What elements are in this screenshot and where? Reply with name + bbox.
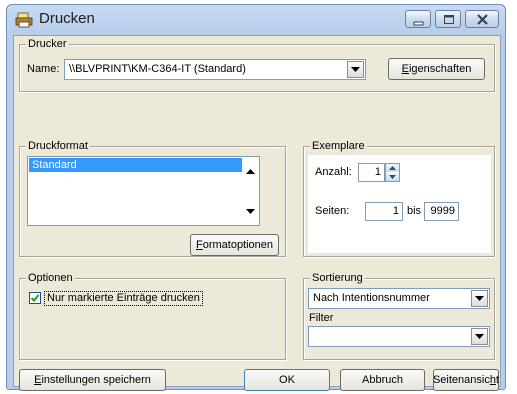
copies-group-legend: Exemplare [310, 140, 367, 152]
filter-dropdown-button[interactable] [471, 328, 488, 345]
preview-label-end: t [495, 374, 500, 386]
printer-dropdown-button[interactable] [347, 61, 364, 78]
format-listbox[interactable]: Standard [27, 156, 260, 226]
ok-label: OK [279, 374, 295, 386]
options-group-legend: Optionen [26, 272, 75, 284]
format-group-legend: Druckformat [26, 140, 90, 152]
preview-button[interactable]: Seitenansic h t [433, 369, 499, 391]
copies-count-input[interactable]: 1 [358, 163, 385, 182]
pages-to-input[interactable]: 9999 [424, 202, 459, 221]
properties-button[interactable]: Eigenschaften [388, 58, 485, 80]
ok-button[interactable]: OK [244, 369, 330, 391]
scroll-up-icon[interactable] [246, 169, 255, 174]
copies-group: Exemplare Anzahl: 1 Seiten: 1 bis 9999 [303, 140, 495, 257]
minimize-button[interactable] [405, 10, 431, 28]
sort-dropdown-button[interactable] [471, 290, 488, 307]
printer-name-select[interactable]: \\BLVPRINT\KM-C364-IT (Standard) [64, 59, 366, 80]
filter-select[interactable] [308, 326, 490, 347]
format-list-item[interactable]: Standard [29, 158, 242, 172]
sorting-group-legend: Sortierung [310, 272, 365, 284]
sort-select[interactable]: Nach Intentionsnummer [308, 288, 490, 309]
format-list-scrollbar[interactable] [242, 157, 259, 225]
sorting-group: Sortierung Nach Intentionsnummer Filter [303, 272, 495, 360]
only-marked-label[interactable]: Nur markierte Einträge drucken [44, 291, 203, 306]
scroll-down-icon[interactable] [246, 209, 255, 214]
title-bar[interactable]: Drucken [7, 5, 505, 35]
printer-group-legend: Drucker [26, 38, 69, 50]
maximize-icon [444, 15, 454, 24]
save-settings-label: instellungen speichern [41, 374, 151, 386]
printer-group: Drucker Name: \\BLVPRINT\KM-C364-IT (Sta… [19, 38, 495, 92]
printer-app-icon [15, 12, 33, 28]
copies-spinner[interactable] [385, 163, 400, 182]
cancel-label: Abbruch [362, 374, 403, 386]
properties-button-label: igenschaften [408, 63, 472, 75]
spin-up-icon [389, 166, 396, 170]
checkmark-icon [30, 294, 40, 302]
minimize-icon [413, 21, 424, 26]
close-button[interactable] [465, 10, 499, 28]
format-options-mnemonic: F [195, 239, 203, 251]
format-group: Druckformat Standard Formatoptionen [19, 140, 286, 257]
save-settings-button[interactable]: Einstellungen speichern [19, 369, 166, 391]
pages-to-label: bis [407, 205, 422, 217]
pages-from-input[interactable]: 1 [365, 202, 403, 221]
maximize-button[interactable] [435, 10, 461, 28]
spin-down-button[interactable] [386, 173, 399, 181]
format-options-label: ormatoptionen [202, 239, 274, 251]
spin-up-button[interactable] [386, 164, 399, 172]
close-icon [477, 14, 488, 25]
printer-name-value: \\BLVPRINT\KM-C364-IT (Standard) [69, 63, 246, 75]
printer-name-label: Name: [27, 63, 60, 75]
sort-value: Nach Intentionsnummer [313, 292, 430, 304]
properties-button-mnemonic: E [401, 63, 409, 75]
save-settings-mnemonic: E [34, 374, 42, 386]
chevron-down-icon [475, 296, 484, 301]
window-title: Drucken [39, 10, 95, 27]
options-group: Optionen Nur markierte Einträge drucken [19, 272, 286, 360]
dialog-body: Drucker Name: \\BLVPRINT\KM-C364-IT (Sta… [13, 35, 501, 391]
filter-label: Filter [309, 312, 334, 324]
format-options-button[interactable]: Formatoptionen [190, 234, 279, 256]
preview-label-start: Seitenansic [432, 374, 490, 386]
only-marked-checkbox[interactable] [29, 292, 41, 304]
chevron-down-icon [351, 67, 360, 72]
print-dialog-window: Drucken Drucker Name: \\BLVPRINT\KM-C364… [6, 4, 506, 391]
chevron-down-icon [475, 334, 484, 339]
copies-count-label: Anzahl: [315, 166, 352, 178]
spin-down-icon [389, 175, 396, 179]
cancel-button[interactable]: Abbruch [340, 369, 425, 391]
pages-label: Seiten: [315, 205, 350, 217]
